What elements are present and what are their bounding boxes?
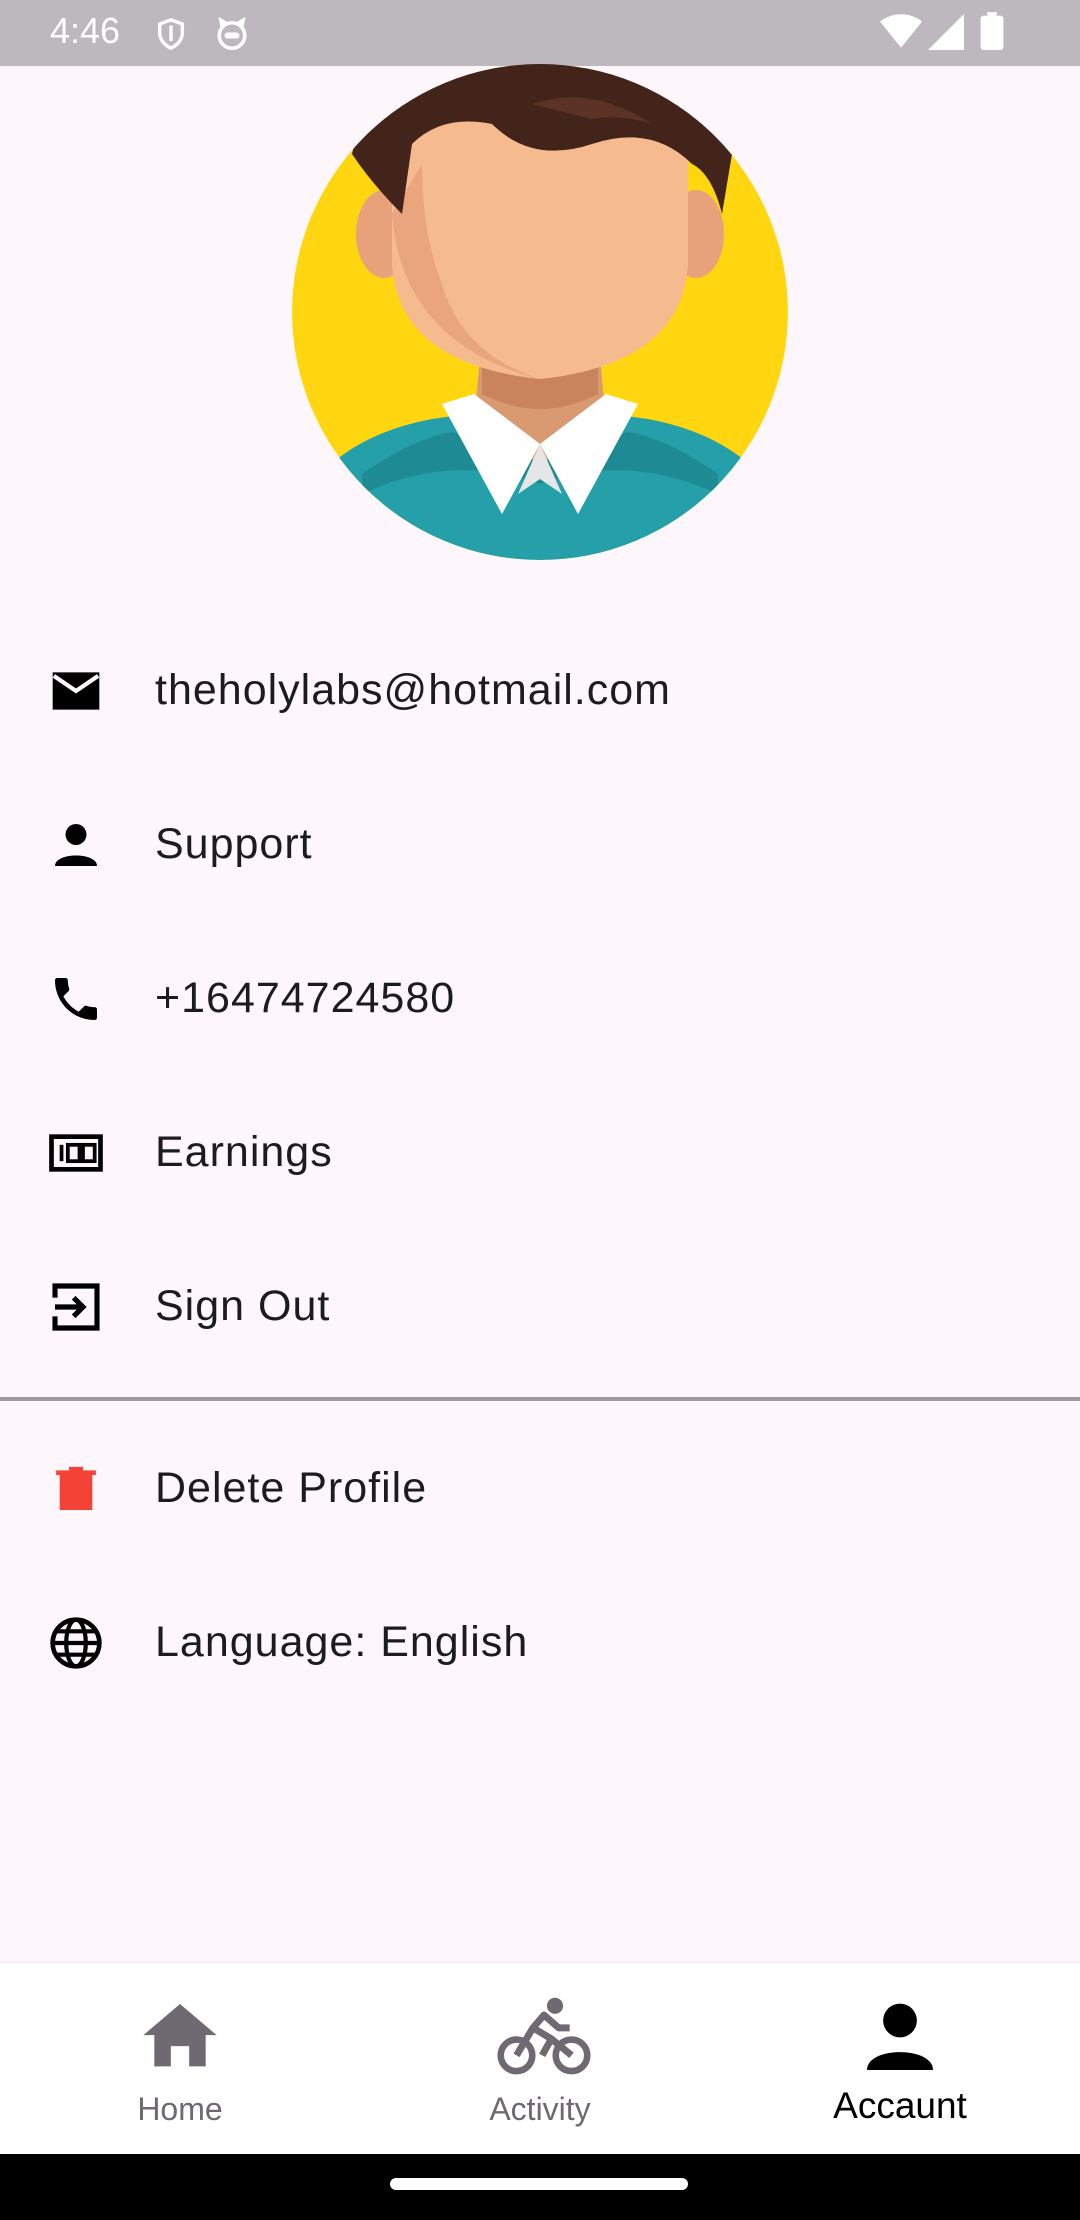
- globe-icon: [48, 1615, 104, 1671]
- bottom-navigation: Home Activity Accaunt: [0, 1962, 1080, 2155]
- menu-item-phone[interactable]: +16474724580: [0, 924, 1080, 1074]
- mail-icon: [48, 663, 104, 719]
- menu-label-phone: +16474724580: [155, 974, 456, 1022]
- bicycle-icon: [496, 1993, 591, 2081]
- status-bar: 4:46: [0, 0, 1080, 66]
- trash-icon: [48, 1461, 104, 1517]
- menu-label-delete-profile: Delete Profile: [155, 1464, 428, 1512]
- home-icon: [136, 1993, 224, 2081]
- menu-label-language: Language: English: [155, 1618, 529, 1666]
- menu-item-sign-out[interactable]: Sign Out: [0, 1232, 1080, 1382]
- menu-item-support[interactable]: Support: [0, 770, 1080, 920]
- menu-label-earnings: Earnings: [155, 1128, 333, 1176]
- cat-face-icon: [214, 16, 250, 57]
- person-icon: [856, 1993, 944, 2081]
- nav-label-activity: Activity: [489, 2091, 591, 2127]
- nav-label-home: Home: [137, 2091, 223, 2127]
- profile-avatar: [292, 64, 788, 560]
- phone-icon: [48, 971, 104, 1027]
- menu-divider: [0, 1397, 1080, 1401]
- nav-tab-activity[interactable]: Activity: [360, 1963, 720, 2155]
- menu-item-earnings[interactable]: Earnings: [0, 1078, 1080, 1228]
- signal-icon: [928, 14, 964, 55]
- nav-label-account: Accaunt: [833, 2085, 967, 2126]
- wifi-icon: [880, 14, 922, 55]
- menu-item-delete-profile[interactable]: Delete Profile: [0, 1414, 1080, 1564]
- system-gesture-bar: [0, 2154, 1080, 2220]
- menu-label-support: Support: [155, 820, 313, 868]
- money-100-icon: [48, 1125, 104, 1181]
- person-icon: [48, 817, 104, 873]
- shield-icon: [154, 16, 188, 57]
- menu-item-language[interactable]: Language: English: [0, 1568, 1080, 1718]
- nav-tab-account[interactable]: Accaunt: [720, 1963, 1080, 2155]
- nav-tab-home[interactable]: Home: [0, 1963, 360, 2155]
- menu-label-sign-out: Sign Out: [155, 1282, 331, 1330]
- menu-item-email[interactable]: theholylabs@hotmail.com: [0, 616, 1080, 766]
- battery-icon: [980, 12, 1004, 55]
- status-time: 4:46: [50, 10, 121, 51]
- home-gesture-handle[interactable]: [390, 2178, 688, 2190]
- menu-label-email: theholylabs@hotmail.com: [155, 666, 671, 714]
- sign-out-icon: [48, 1279, 104, 1335]
